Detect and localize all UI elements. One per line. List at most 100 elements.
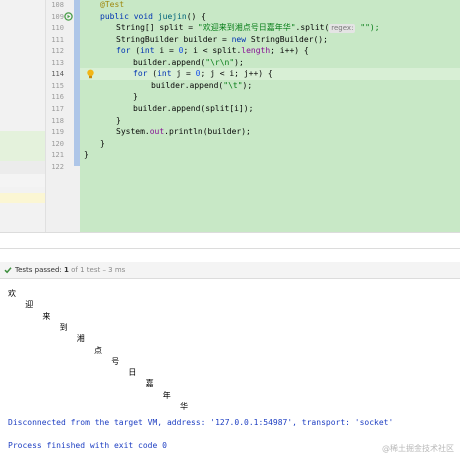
code-line: builder.append("\r\n"); [133, 57, 244, 69]
watermark: @稀土掘金技术社区 [382, 444, 454, 453]
code-token: "欢迎来到湘点号日嘉年华" [197, 23, 296, 33]
code-line: builder.append("\t"); [151, 80, 252, 92]
code-token: builder.append( [151, 80, 224, 90]
code-token: String [116, 23, 145, 33]
run-console[interactable]: 欢迎来到湘点号日嘉年华 Disconnected from the target… [0, 279, 460, 460]
code-token: void [133, 11, 158, 21]
code-token: } [116, 115, 121, 125]
code-token: .println(builder); [164, 127, 251, 137]
output-char: 年 [162, 390, 171, 400]
code-token: new [231, 34, 251, 44]
line-number: 116 [51, 93, 64, 102]
project-panel-strip [0, 0, 46, 232]
code-token: int [140, 46, 160, 56]
code-line: builder.append(split[i]); [133, 103, 253, 115]
disconnect-message: Disconnected from the target VM, address… [8, 418, 394, 427]
code-token: } [133, 92, 138, 102]
code-token: = [164, 46, 179, 56]
change-marker-bar [74, 0, 80, 166]
line-number: 108 [51, 1, 64, 9]
code-token: } [100, 138, 105, 148]
code-editor[interactable]: 108 @Test 109 public void juejin() { 110 Stri… [0, 0, 460, 232]
output-char: 湘 [76, 334, 85, 344]
code-line: System.out.println(builder); [116, 126, 251, 138]
code-token: ); [242, 80, 253, 90]
code-line: @Test [100, 0, 124, 11]
output-char: 号 [111, 356, 120, 366]
code-line: } [116, 115, 121, 127]
code-token: .split( [295, 23, 330, 33]
splitter[interactable] [0, 248, 460, 249]
code-token: for [116, 46, 136, 56]
output-char: 到 [59, 322, 68, 332]
line-number: 112 [51, 47, 64, 56]
code-line: } [133, 91, 138, 103]
line-number: 118 [51, 116, 64, 125]
line-number: 117 [51, 104, 64, 113]
line-number: 122 [51, 162, 64, 171]
line-number: 114 [51, 70, 64, 79]
code-line: StringBuilder builder = new StringBuilde… [116, 34, 328, 46]
code-token: ; i++) { [270, 46, 309, 56]
code-token: for [133, 69, 153, 79]
code-token: "\r\n" [205, 57, 235, 67]
code-line: for (int i = 0; i < split.length; i++) { [116, 45, 309, 57]
code-line: } [84, 149, 89, 161]
code-line: public void juejin() { [100, 11, 206, 23]
code-token: } [84, 150, 89, 160]
code-token: int [157, 69, 177, 79]
strip-band [0, 174, 45, 187]
run-test-icon[interactable] [64, 12, 73, 21]
strip-band [0, 131, 45, 161]
line-number: 120 [51, 139, 64, 148]
code-line: } [100, 138, 105, 150]
output-char: 欢 [8, 289, 16, 298]
line-number: 110 [51, 24, 64, 33]
code-token: = [181, 69, 196, 79]
output-char: 华 [180, 402, 188, 411]
output-char: 嘉 [145, 379, 154, 389]
tests-status-text: Tests passed: 1 of 1 test – 3 ms [15, 262, 125, 278]
output-char: 日 [128, 368, 137, 378]
code-token: builder.append(split[i]); [133, 103, 254, 113]
code-line: String[] split = "欢迎来到湘点号日嘉年华".split(reg… [116, 22, 380, 34]
code-token: split [159, 23, 184, 33]
code-token: ; i < split. [183, 46, 242, 56]
output-char: 点 [94, 345, 102, 355]
test-results-bar: Tests passed: 1 of 1 test – 3 ms [0, 262, 460, 279]
tests-detail: of 1 test – 3 ms [68, 266, 126, 274]
code-token: [] [144, 23, 160, 33]
strip-band [0, 161, 45, 174]
line-number: 111 [51, 35, 64, 44]
code-token: ; j < i; j++) { [200, 69, 273, 79]
line-number: 121 [51, 151, 64, 160]
code-token: ); [234, 57, 244, 67]
line-number: 109 [51, 12, 64, 21]
code-token: "\t" [223, 80, 243, 90]
code-token: @Test [100, 0, 125, 9]
code-token: = [183, 23, 198, 33]
code-token: builder.append( [133, 57, 206, 67]
process-finished-message: Process finished with exit code 0 [8, 441, 167, 450]
code-token: = [217, 34, 232, 44]
line-number: 115 [51, 81, 64, 90]
code-token: public [100, 11, 134, 21]
code-token: ""); [355, 23, 380, 33]
code-token: length [241, 46, 271, 56]
code-token: StringBuilder [116, 34, 184, 44]
line-number: 119 [51, 128, 64, 137]
line-number: 113 [51, 58, 64, 67]
code-token: out [149, 127, 165, 137]
check-icon [4, 267, 12, 274]
code-token: System. [116, 127, 150, 137]
tests-passed-label: Tests passed: [15, 266, 62, 274]
strip-band [0, 193, 45, 203]
code-token: () { [186, 11, 206, 21]
intention-bulb-icon[interactable] [86, 69, 95, 79]
output-char: 来 [42, 311, 51, 321]
code-token: builder [183, 34, 218, 44]
code-token: juejin [157, 11, 187, 21]
parameter-hint: regex: [329, 24, 356, 34]
output-char: 迎 [25, 300, 34, 310]
code-line: for (int j = 0; j < i; j++) { [133, 68, 273, 80]
